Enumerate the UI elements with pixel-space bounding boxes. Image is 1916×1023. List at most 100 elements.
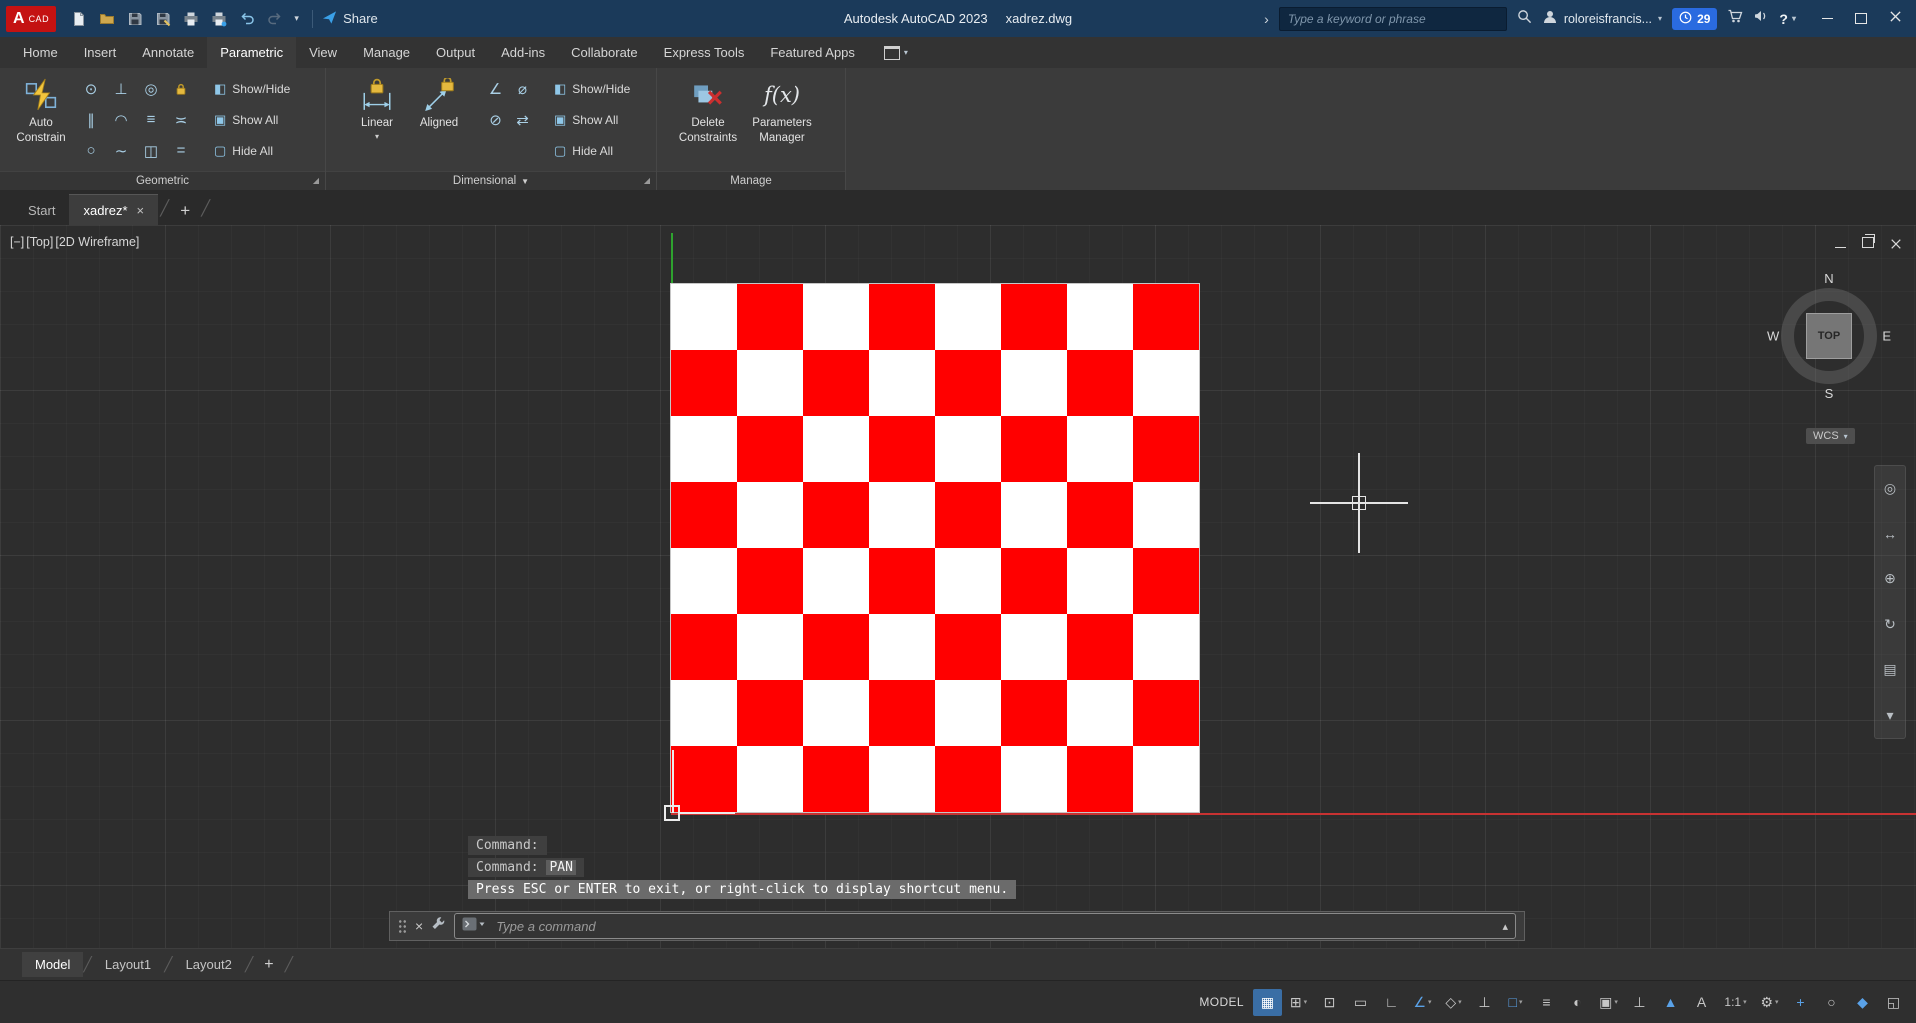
status-annotation-scale[interactable]: 1:1▾ <box>1718 989 1753 1016</box>
board-square[interactable] <box>671 416 737 482</box>
board-square[interactable] <box>1133 746 1199 812</box>
geometric-dialog-launcher[interactable]: ◢ <box>313 176 319 185</box>
dimensional-dialog-launcher[interactable]: ◢ <box>644 176 650 185</box>
board-square[interactable] <box>1133 482 1199 548</box>
board-square[interactable] <box>1067 746 1133 812</box>
layout-tab-layout2[interactable]: Layout2 <box>173 952 245 977</box>
layout-tab-layout1[interactable]: Layout1 <box>92 952 164 977</box>
viewcube-top-face[interactable]: TOP <box>1806 313 1852 359</box>
board-square[interactable] <box>869 482 935 548</box>
board-square[interactable] <box>1001 746 1067 812</box>
dimensional-hide-all-button[interactable]: ▢ Hide All <box>550 135 634 166</box>
navigation-wheel-icon[interactable]: ◎ <box>1884 480 1896 497</box>
board-square[interactable] <box>869 680 935 746</box>
ribbon-tab-output[interactable]: Output <box>423 37 488 68</box>
board-square[interactable] <box>935 350 1001 416</box>
status-selection-cycling[interactable]: ▣▾ <box>1594 989 1623 1016</box>
plot-button[interactable] <box>178 6 203 32</box>
redo-button[interactable] <box>262 6 287 32</box>
viewport-minimize-control[interactable]: [−] <box>10 235 24 249</box>
board-square[interactable] <box>1133 614 1199 680</box>
file-tab-start[interactable]: Start <box>14 195 69 225</box>
equal-constraint-icon[interactable]: = <box>166 135 196 166</box>
board-square[interactable] <box>671 284 737 350</box>
board-square[interactable] <box>737 746 803 812</box>
pan-icon[interactable]: ↔ <box>1883 526 1897 542</box>
geometric-show-hide-button[interactable]: ◧ Show/Hide <box>210 73 294 104</box>
board-square[interactable] <box>1001 416 1067 482</box>
command-prompt-icon[interactable] <box>462 917 486 936</box>
status-object-snap[interactable]: □▾ <box>1501 989 1530 1016</box>
share-button[interactable]: Share <box>322 10 378 28</box>
ribbon-display-toggle[interactable]: ▾ <box>884 37 908 68</box>
status-dynamic-ucs[interactable]: ⊥ <box>1625 989 1654 1016</box>
search-expand-chevron[interactable]: › <box>1264 11 1269 27</box>
dimensional-show-all-button[interactable]: ▣ Show All <box>550 104 634 135</box>
board-square[interactable] <box>671 350 737 416</box>
viewcube-south[interactable]: S <box>1825 386 1834 401</box>
status-object-snap-tracking[interactable]: ⊥ <box>1470 989 1499 1016</box>
board-square[interactable] <box>737 350 803 416</box>
board-square[interactable] <box>737 614 803 680</box>
viewport-view-control[interactable]: [Top] <box>26 235 53 249</box>
board-square[interactable] <box>1001 284 1067 350</box>
board-square[interactable] <box>1067 548 1133 614</box>
board-square[interactable] <box>671 482 737 548</box>
board-square[interactable] <box>935 614 1001 680</box>
board-square[interactable] <box>869 416 935 482</box>
perpendicular-constraint-icon[interactable]: ⊥ <box>106 73 136 104</box>
board-square[interactable] <box>1133 416 1199 482</box>
board-square[interactable] <box>1001 482 1067 548</box>
layout-tab-model[interactable]: Model <box>22 952 83 977</box>
status-polar-tracking[interactable]: ∠▾ <box>1408 989 1437 1016</box>
board-square[interactable] <box>1133 350 1199 416</box>
command-bar-close-icon[interactable]: × <box>415 919 423 933</box>
save-as-button[interactable] <box>150 6 175 32</box>
command-bar-grip[interactable] <box>398 919 407 934</box>
collinear-constraint-icon[interactable]: ≡ <box>136 104 166 135</box>
status-annotation-monitor[interactable]: + <box>1786 989 1815 1016</box>
geometric-hide-all-button[interactable]: ▢ Hide All <box>210 135 294 166</box>
status-infer-constraints[interactable]: ⊡ <box>1315 989 1344 1016</box>
batch-plot-button[interactable] <box>206 6 231 32</box>
linear-dropdown-caret-icon[interactable]: ▾ <box>375 132 379 141</box>
board-square[interactable] <box>1001 614 1067 680</box>
board-square[interactable] <box>737 680 803 746</box>
board-square[interactable] <box>1133 680 1199 746</box>
command-input[interactable] <box>494 918 1494 935</box>
status-graphics-performance[interactable]: ◆ <box>1848 989 1877 1016</box>
board-square[interactable] <box>1133 284 1199 350</box>
command-bar-customize-icon[interactable] <box>431 916 446 936</box>
status-isolate-objects[interactable]: ○ <box>1817 989 1846 1016</box>
store-cart-icon[interactable] <box>1727 8 1743 29</box>
vertical-constraint-icon[interactable]: ◫ <box>136 135 166 166</box>
board-square[interactable] <box>1067 350 1133 416</box>
angular-constraint-icon[interactable]: ∠ <box>482 73 509 104</box>
ribbon-tab-collaborate[interactable]: Collaborate <box>558 37 651 68</box>
board-square[interactable] <box>803 482 869 548</box>
board-square[interactable] <box>803 284 869 350</box>
diameter-constraint-icon[interactable]: ⊘ <box>482 104 509 135</box>
search-input[interactable] <box>1279 7 1507 31</box>
board-square[interactable] <box>935 746 1001 812</box>
ribbon-tab-featured-apps[interactable]: Featured Apps <box>757 37 868 68</box>
board-square[interactable] <box>1001 548 1067 614</box>
help-menu[interactable]: ? ▾ <box>1779 11 1796 27</box>
status-isometric-drafting[interactable]: ◇▾ <box>1439 989 1468 1016</box>
board-square[interactable] <box>935 680 1001 746</box>
board-square[interactable] <box>1067 284 1133 350</box>
status-clean-screen[interactable]: ◱ <box>1879 989 1908 1016</box>
coincident-constraint-icon[interactable]: ⊙ <box>76 73 106 104</box>
board-square[interactable] <box>671 746 737 812</box>
dimensional-panel-caret-icon[interactable]: ▼ <box>521 177 529 186</box>
smooth-constraint-icon[interactable]: ∼ <box>106 135 136 166</box>
board-square[interactable] <box>935 482 1001 548</box>
board-square[interactable] <box>935 548 1001 614</box>
board-square[interactable] <box>935 416 1001 482</box>
account-menu[interactable]: roloreisfrancis... ▾ <box>1542 9 1662 28</box>
customize-caret-button[interactable]: ▾ <box>290 6 303 32</box>
radius-constraint-icon[interactable]: ⌀ <box>509 73 536 104</box>
status-annotation-visibility[interactable]: ▲ <box>1656 989 1685 1016</box>
board-square[interactable] <box>1067 680 1133 746</box>
zoom-icon[interactable]: ⊕ <box>1884 570 1896 587</box>
